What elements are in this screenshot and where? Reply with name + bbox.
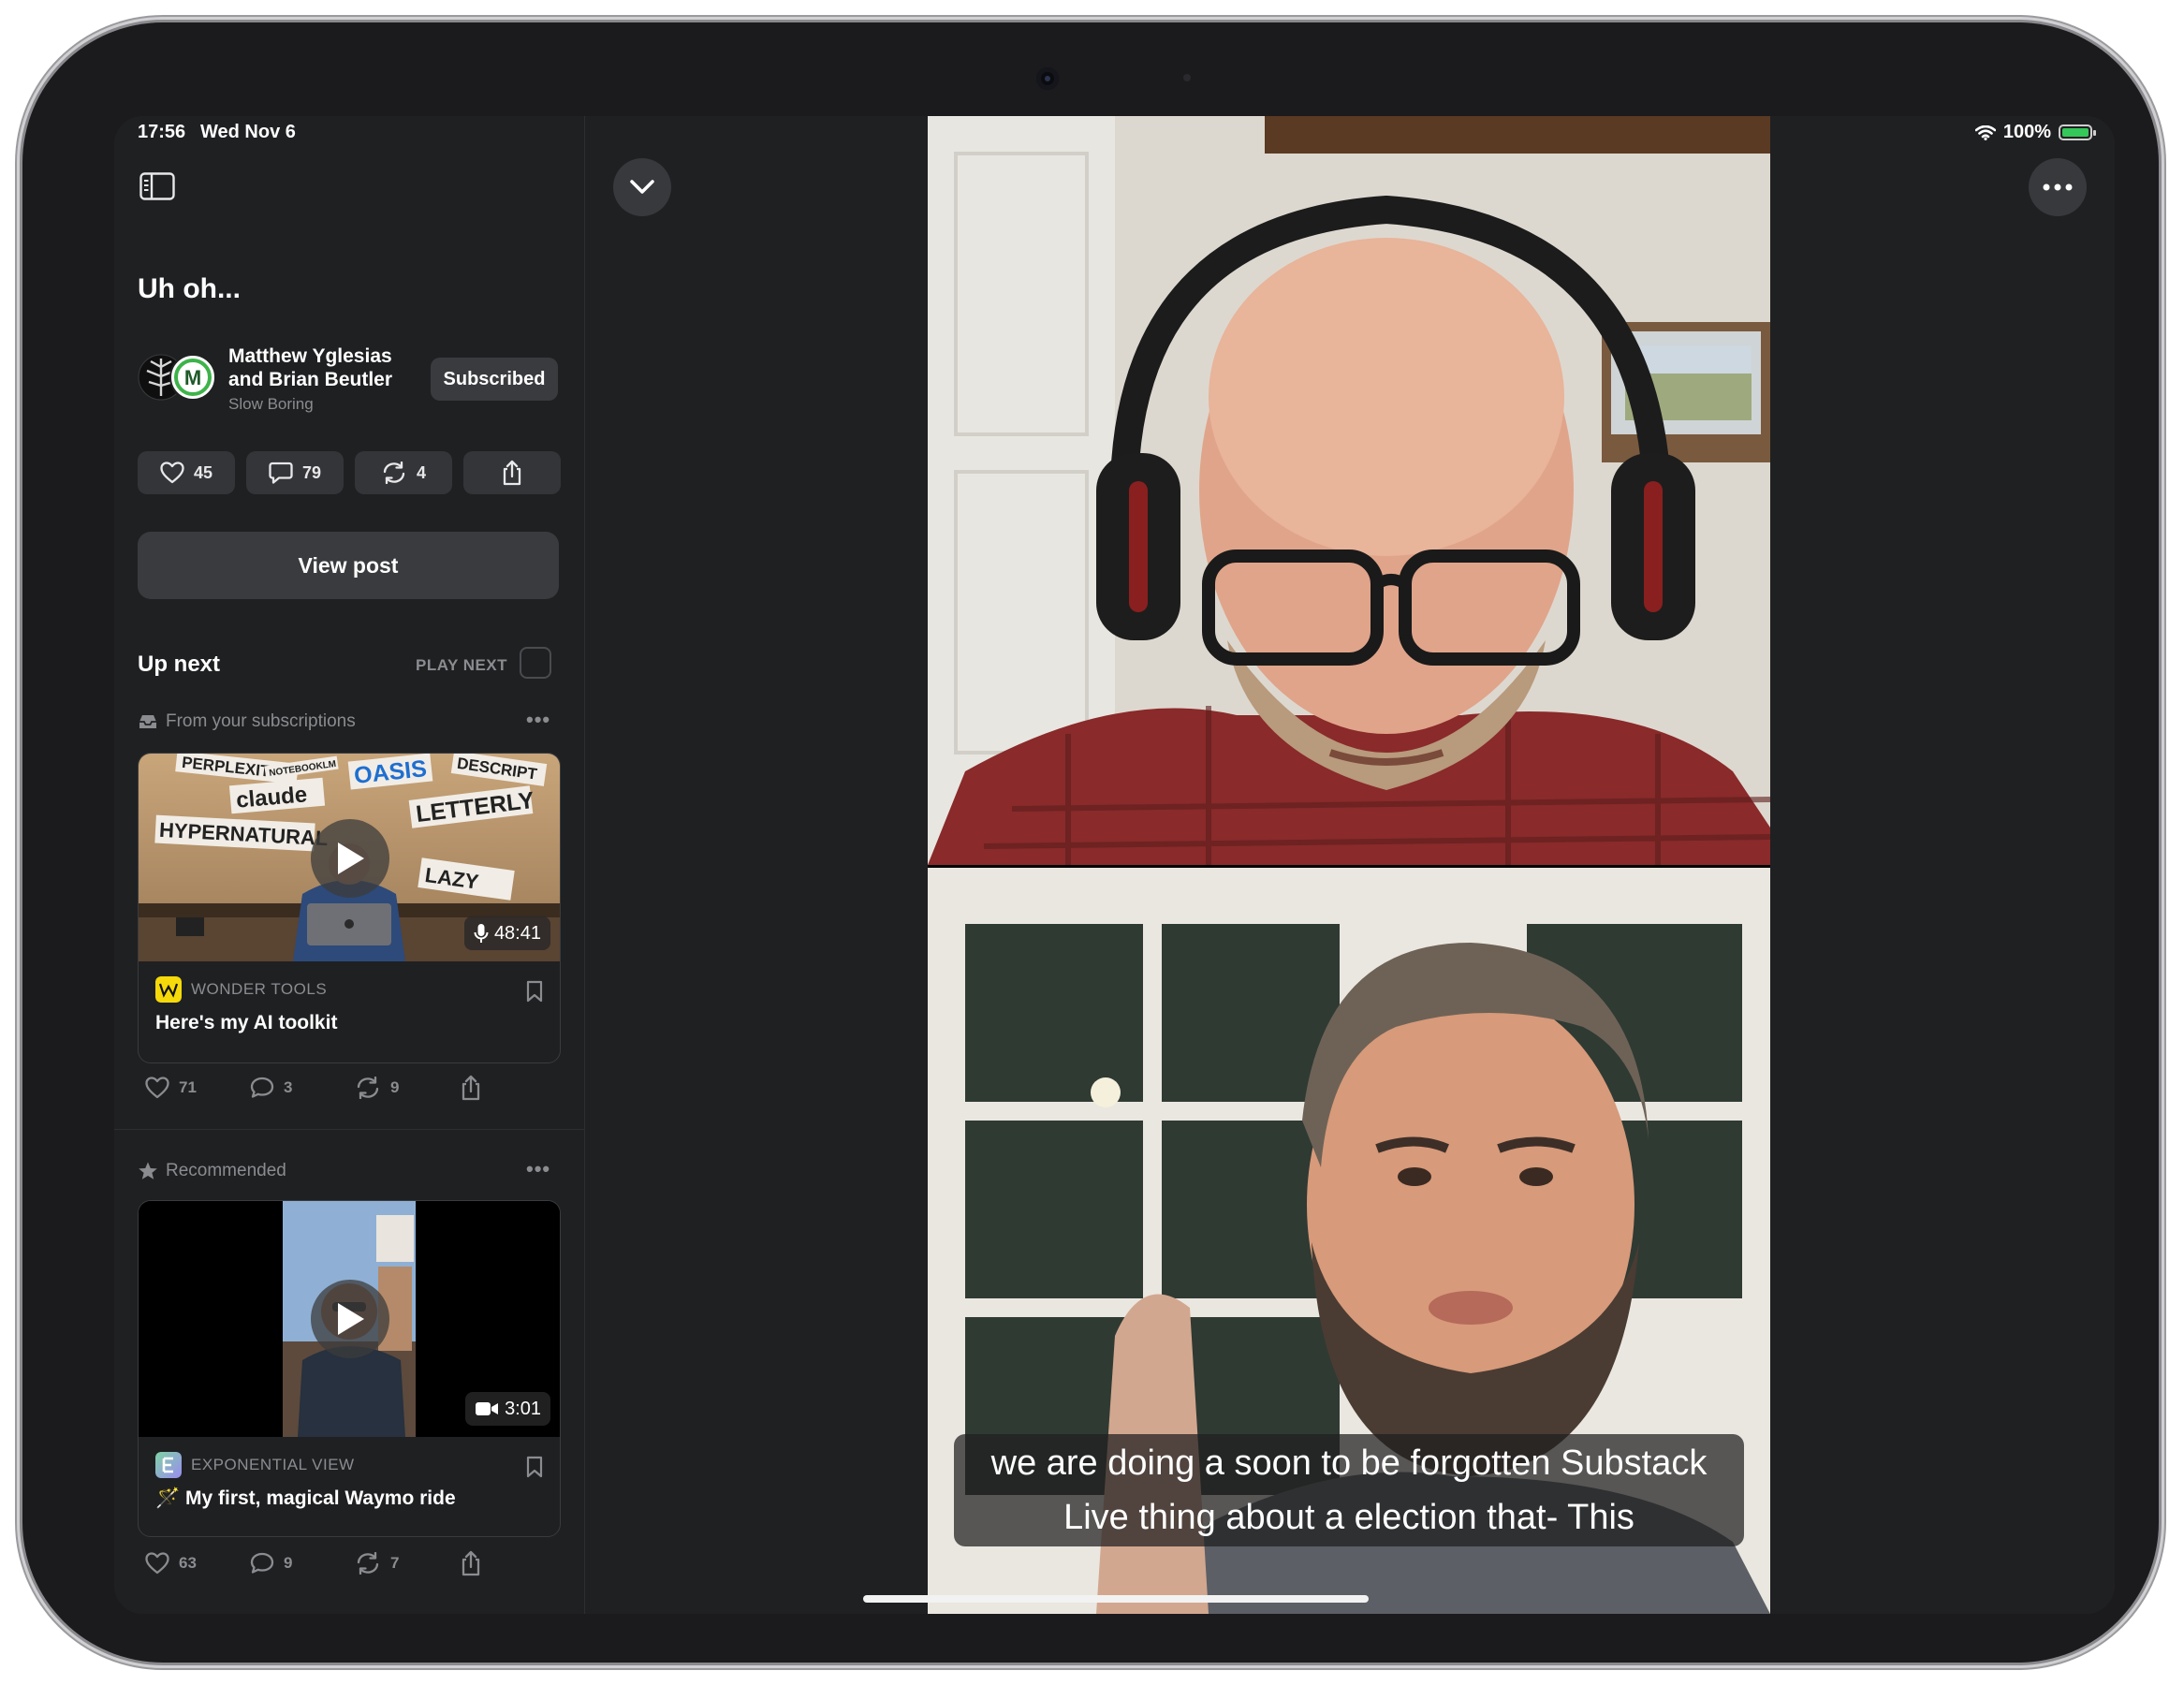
- comment-icon: [250, 1552, 274, 1574]
- play-button[interactable]: [311, 1280, 389, 1358]
- microphone-icon: [474, 924, 489, 943]
- magic-wand-icon: 🪄: [155, 1487, 181, 1509]
- caption-line-1: we are doing a soon to be forgotten Subs…: [990, 1443, 1708, 1483]
- publication-name[interactable]: Slow Boring: [228, 395, 314, 414]
- card-1-comment-button[interactable]: 3: [250, 1077, 355, 1099]
- author-avatars[interactable]: M: [138, 354, 216, 401]
- section-label-subscriptions: From your subscriptions: [138, 711, 356, 732]
- card-2-stats: 63 9 7: [145, 1550, 564, 1576]
- share-icon: [503, 460, 521, 486]
- comment-icon: [269, 462, 293, 484]
- video-camera-icon: [476, 1402, 499, 1415]
- card-publication[interactable]: WONDER TOOLS: [155, 976, 560, 1003]
- card-title[interactable]: Here's my AI toolkit: [155, 1012, 560, 1034]
- play-icon: [338, 1303, 364, 1335]
- heart-icon: [145, 1552, 169, 1575]
- ellipsis-icon: [2043, 183, 2073, 191]
- chevron-down-icon: [630, 180, 654, 194]
- card-title[interactable]: 🪄 My first, magical Waymo ride: [155, 1487, 560, 1510]
- wonder-tools-logo: [155, 976, 182, 1003]
- subscribed-button[interactable]: Subscribed: [431, 358, 558, 401]
- front-camera: [1036, 67, 1059, 90]
- restack-count: 4: [416, 462, 426, 482]
- bookmark-icon[interactable]: [526, 980, 543, 1003]
- comment-count: 79: [301, 462, 322, 482]
- battery-icon: [2059, 125, 2096, 140]
- svg-text:M: M: [184, 366, 201, 389]
- more-options-button[interactable]: [2029, 158, 2087, 216]
- card-1-like-button[interactable]: 71: [145, 1077, 250, 1099]
- up-next-card-2[interactable]: 3:01 EXPONENTIAL VIEW 🪄 My first, magica…: [138, 1200, 561, 1537]
- video-player-area: •••: [585, 116, 2115, 1614]
- play-button[interactable]: [311, 819, 389, 898]
- heart-icon: [160, 462, 184, 484]
- like-button[interactable]: 45: [138, 451, 235, 494]
- comment-button[interactable]: 79: [246, 451, 344, 494]
- status-time: 17:56: [138, 122, 186, 142]
- duration-badge: 3:01: [465, 1392, 550, 1426]
- author-names[interactable]: Matthew Yglesias and Brian Beutler: [228, 344, 416, 391]
- card-2-restack-button[interactable]: 7: [355, 1552, 460, 1575]
- card-1-share-button[interactable]: [460, 1075, 564, 1101]
- inbox-icon: [139, 715, 156, 728]
- section-label-recommended: Recommended: [138, 1161, 286, 1181]
- post-actions: 45 79 4: [138, 451, 561, 494]
- up-next-card-1[interactable]: PERPLEXITY NOTEBOOKLM claude OASIS DESCR…: [138, 753, 561, 1063]
- collapse-player-button[interactable]: [613, 158, 671, 216]
- bookmark-icon[interactable]: [526, 1456, 543, 1478]
- status-right: 100%: [1974, 122, 2096, 143]
- star-icon: [139, 1162, 157, 1180]
- restack-icon: [357, 1077, 379, 1099]
- like-count: 45: [193, 462, 213, 482]
- section-more-icon[interactable]: •••: [526, 1157, 550, 1181]
- ipad-device-frame: 17:56 Wed Nov 6 100% Uh oh... M Matthew …: [22, 22, 2159, 1663]
- heart-icon: [145, 1077, 169, 1099]
- card-2-like-button[interactable]: 63: [145, 1552, 250, 1575]
- comment-icon: [250, 1077, 274, 1098]
- battery-percent: 100%: [2002, 122, 2051, 142]
- sidebar: Uh oh... M Matthew Yglesias and Brian Be…: [114, 116, 585, 1614]
- card-2-comment-button[interactable]: 9: [250, 1552, 355, 1575]
- wifi-icon: [1974, 125, 1996, 140]
- play-next-label: PLAY NEXT: [416, 656, 508, 674]
- play-icon: [338, 842, 364, 874]
- status-bar: 17:56 Wed Nov 6 100%: [114, 116, 2115, 150]
- share-icon: [462, 1075, 480, 1101]
- card-1-restack-button[interactable]: 9: [355, 1077, 460, 1099]
- restack-icon: [383, 462, 405, 484]
- exponential-view-logo: [155, 1452, 182, 1478]
- ambient-sensor: [1183, 74, 1191, 81]
- view-post-button[interactable]: View post: [138, 532, 559, 599]
- card-thumbnail[interactable]: 3:01: [139, 1201, 560, 1437]
- share-icon: [462, 1550, 480, 1576]
- card-thumbnail[interactable]: PERPLEXITY NOTEBOOKLM claude OASIS DESCR…: [139, 754, 560, 961]
- video-frame[interactable]: we are doing a soon to be forgotten Subs…: [928, 116, 1770, 1614]
- section-more-icon[interactable]: •••: [526, 708, 550, 732]
- section-divider: [114, 1129, 584, 1130]
- sidebar-toggle-icon[interactable]: [139, 172, 175, 200]
- up-next-heading: Up next: [138, 652, 221, 677]
- card-publication[interactable]: EXPONENTIAL VIEW: [155, 1452, 560, 1478]
- play-next-toggle[interactable]: [520, 647, 551, 679]
- restack-icon: [357, 1552, 379, 1575]
- share-button[interactable]: [463, 451, 561, 494]
- card-2-share-button[interactable]: [460, 1550, 564, 1576]
- video-captions: we are doing a soon to be forgotten Subs…: [954, 1434, 1744, 1546]
- status-date: Wed Nov 6: [200, 122, 296, 142]
- video-participant-top: [928, 116, 1770, 865]
- duration-badge: 48:41: [463, 916, 550, 950]
- caption-line-2: Live thing about a election that- This: [1063, 1498, 1634, 1537]
- restack-button[interactable]: 4: [355, 451, 452, 494]
- home-indicator[interactable]: [863, 1595, 1369, 1603]
- screen: 17:56 Wed Nov 6 100% Uh oh... M Matthew …: [114, 116, 2115, 1614]
- card-1-stats: 71 3 9: [145, 1075, 564, 1101]
- post-title: Uh oh...: [138, 273, 241, 304]
